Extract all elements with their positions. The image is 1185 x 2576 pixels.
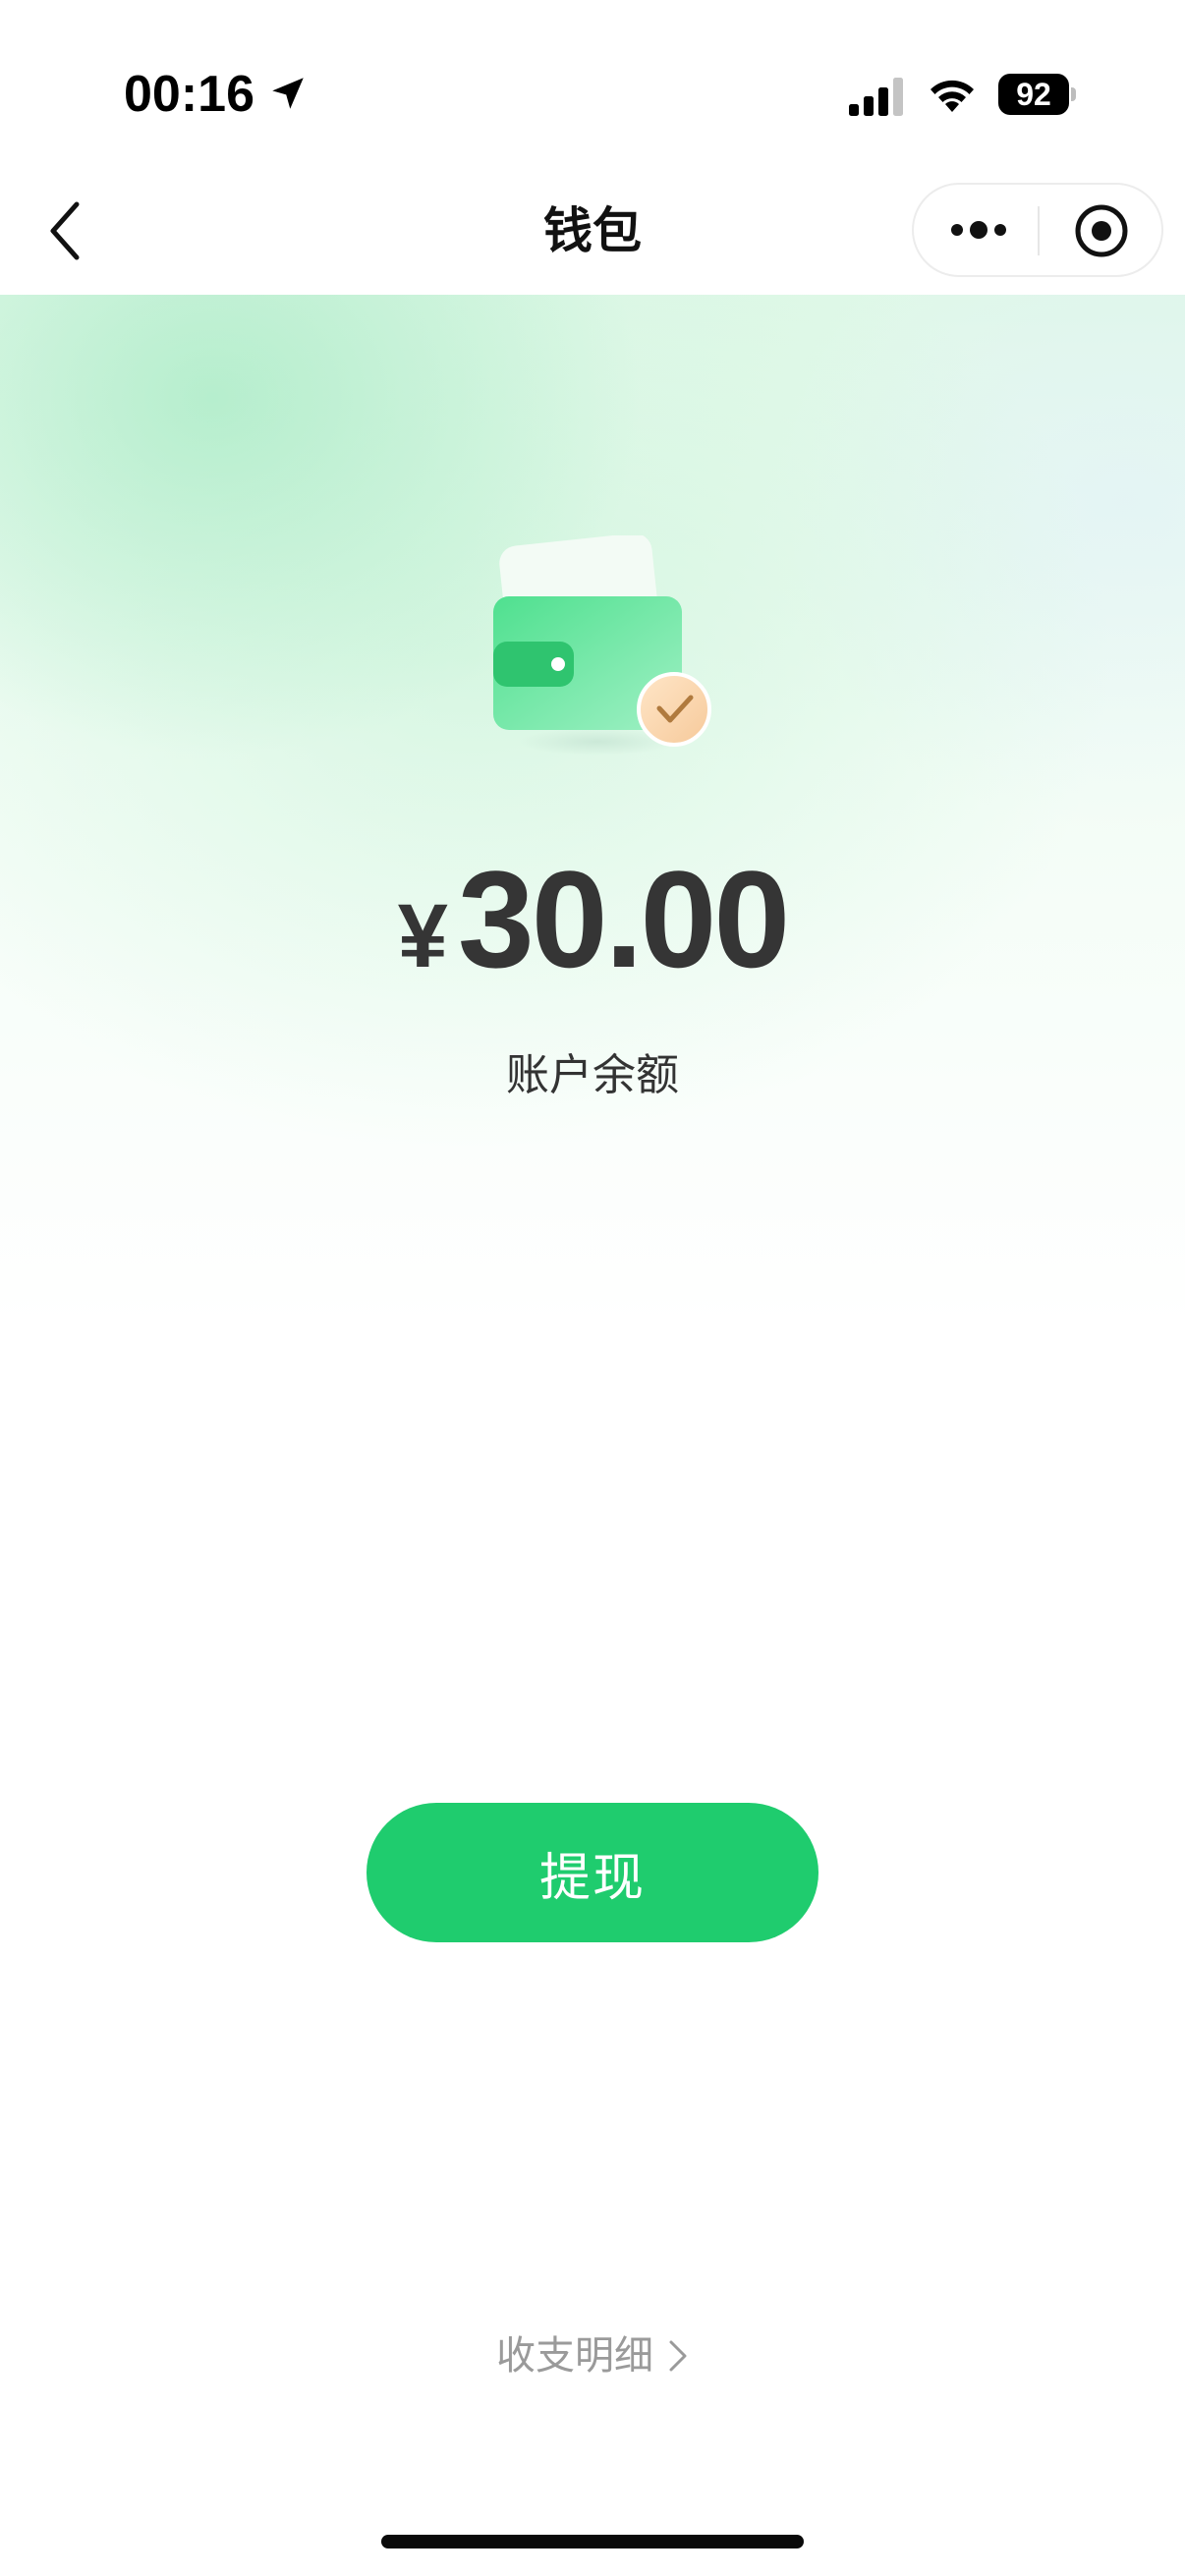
battery-level: 92: [998, 74, 1069, 115]
status-bar: 00:16 92: [0, 0, 1185, 187]
mini-program-capsule: [912, 183, 1163, 277]
chevron-right-icon: [669, 2340, 687, 2372]
transaction-details-link[interactable]: 收支明细: [0, 2324, 1185, 2380]
details-label: 收支明细: [496, 2333, 653, 2379]
battery-tip: [1071, 87, 1076, 101]
home-indicator[interactable]: [381, 2535, 804, 2548]
withdraw-button[interactable]: 提现: [367, 1803, 818, 1942]
status-time: 00:16: [124, 66, 254, 123]
cellular-signal-icon: [849, 78, 903, 116]
wifi-icon: [931, 80, 974, 112]
balance-amount: 30.00: [457, 842, 790, 996]
close-target-icon[interactable]: [1071, 200, 1132, 261]
header-background-gradient: [0, 295, 1185, 1326]
more-dots-icon[interactable]: [947, 210, 1010, 250]
wallet-check-icon: [493, 535, 711, 756]
battery-icon: 92: [998, 74, 1076, 115]
balance-label: 账户余额: [506, 1050, 679, 1100]
capsule-divider: [1038, 206, 1040, 255]
location-arrow-icon: [272, 78, 304, 109]
balance-display: ¥30.00: [0, 840, 1185, 999]
currency-symbol: ¥: [397, 886, 448, 986]
